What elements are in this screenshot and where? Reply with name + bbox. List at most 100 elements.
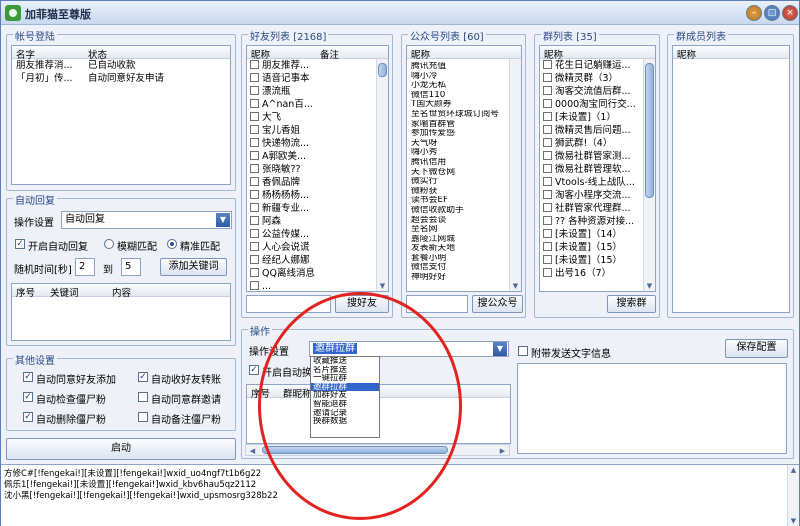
list-item[interactable]: 人心会说谎	[247, 241, 388, 254]
start-button[interactable]: 启动	[6, 438, 236, 460]
op-col-index[interactable]: 序号	[251, 386, 270, 400]
list-item[interactable]: 嘉陵江网城	[407, 235, 521, 245]
save-config-button[interactable]: 保存配置	[725, 339, 788, 358]
members-list[interactable]: 昵称	[672, 45, 790, 313]
list-item[interactable]: 至名世贸环球城订阅号	[407, 110, 521, 120]
item-checkbox[interactable]	[543, 112, 552, 121]
list-item[interactable]: 漂流瓶	[247, 85, 388, 98]
item-checkbox[interactable]	[250, 112, 259, 121]
dropdown-option[interactable]: 一键拉群	[311, 374, 379, 383]
auto-remark-zombie-checkbox[interactable]	[138, 412, 148, 422]
search-friends-button[interactable]: 搜好友	[335, 295, 389, 313]
list-item[interactable]: 超会会谈	[407, 216, 521, 226]
list-item[interactable]: 快递物流...	[247, 137, 388, 150]
auto-check-zombie-checkbox[interactable]: ✓	[23, 392, 33, 402]
item-checkbox[interactable]	[250, 190, 259, 199]
list-item[interactable]: 微信支付	[407, 263, 521, 273]
item-checkbox[interactable]	[543, 268, 552, 277]
dropdown-option[interactable]: 邀群拉群	[311, 382, 379, 392]
members-col-nickname[interactable]: 昵称	[677, 47, 696, 61]
item-checkbox[interactable]	[250, 203, 259, 212]
item-checkbox[interactable]	[543, 138, 552, 147]
list-item[interactable]: [未设置]（14）	[540, 228, 655, 241]
list-item[interactable]: 微实行	[407, 177, 521, 187]
search-public-button[interactable]: 搜公众号	[472, 295, 523, 313]
item-checkbox[interactable]	[543, 255, 552, 264]
list-item[interactable]: 嗨小秀	[407, 148, 521, 158]
item-checkbox[interactable]	[543, 177, 552, 186]
item-checkbox[interactable]	[250, 164, 259, 173]
list-item[interactable]: 腾讯充值	[407, 62, 521, 72]
item-checkbox[interactable]	[543, 86, 552, 95]
list-item[interactable]: A郭欧美...	[247, 150, 388, 163]
item-checkbox[interactable]	[250, 229, 259, 238]
fuzzy-match-radio[interactable]	[104, 239, 114, 249]
item-checkbox[interactable]	[543, 73, 552, 82]
operation-hscroll-thumb[interactable]	[262, 446, 448, 454]
list-item[interactable]: 家喻首群管	[407, 120, 521, 130]
item-checkbox[interactable]	[250, 255, 259, 264]
scroll-right-icon[interactable]: ▶	[497, 446, 508, 456]
list-item[interactable]: 公益传媒...	[247, 228, 388, 241]
item-checkbox[interactable]	[250, 60, 259, 69]
item-checkbox[interactable]	[543, 99, 552, 108]
list-item[interactable]: T国大颜券	[407, 100, 521, 110]
list-item[interactable]: 小龙无私	[407, 81, 521, 91]
public-search-input[interactable]	[406, 295, 468, 313]
list-item[interactable]: 嗨小冷	[407, 72, 521, 82]
public-accounts-list[interactable]: 昵称 腾讯充值 嗨小冷 小龙无私 微信110 T国大颜券 至名世贸环球城订阅号 家喻首群管参…	[406, 45, 522, 292]
item-checkbox[interactable]	[250, 125, 259, 134]
list-item[interactable]: 语音记事本	[247, 72, 388, 85]
random-to-input[interactable]: 5	[121, 258, 141, 276]
chevron-down-icon[interactable]: ▼	[493, 342, 507, 356]
item-checkbox[interactable]	[250, 99, 259, 108]
list-item[interactable]: [未设置]（1）	[540, 111, 655, 124]
keyword-col-keyword[interactable]: 关键词	[50, 285, 79, 299]
search-groups-button[interactable]: 搜索群	[607, 295, 656, 313]
friends-search-input[interactable]	[246, 295, 331, 313]
scroll-down-icon[interactable]: ▼	[788, 516, 799, 526]
auto-delete-zombie-checkbox[interactable]: ✓	[23, 412, 33, 422]
list-item[interactable]: 发表新天地	[407, 244, 521, 254]
list-item[interactable]: 微信110	[407, 91, 521, 101]
item-checkbox[interactable]	[543, 203, 552, 212]
list-item[interactable]: 微粉获	[407, 187, 521, 197]
item-checkbox[interactable]	[543, 229, 552, 238]
attach-text-checkbox[interactable]	[518, 346, 528, 356]
scroll-left-icon[interactable]: ◀	[247, 446, 258, 456]
public-scrollbar[interactable]: ▼	[509, 59, 521, 291]
list-item[interactable]: 微易社群管家测...	[540, 150, 655, 163]
item-checkbox[interactable]	[543, 216, 552, 225]
enable-auto-reply-checkbox[interactable]: ✓	[15, 239, 25, 249]
list-item[interactable]: ...	[247, 280, 388, 291]
list-item[interactable]: 微精灵群（3）	[540, 72, 655, 85]
item-checkbox[interactable]	[250, 177, 259, 186]
exact-match-radio[interactable]	[167, 239, 177, 249]
groups-scroll-thumb[interactable]	[645, 63, 654, 198]
maximize-icon[interactable]: □	[764, 5, 780, 21]
dropdown-option[interactable]: 换群数据	[311, 417, 379, 426]
dropdown-option[interactable]: 加群好友	[311, 391, 379, 400]
list-item[interactable]: 天气呀	[407, 139, 521, 149]
scroll-down-icon[interactable]: ▼	[644, 281, 655, 291]
item-checkbox[interactable]	[250, 281, 259, 290]
list-item[interactable]: 套餐小明	[407, 254, 521, 264]
minimize-icon[interactable]: –	[746, 5, 762, 21]
list-item[interactable]: 天下微仓网	[407, 168, 521, 178]
auto-accept-group-invite-checkbox[interactable]	[138, 392, 148, 402]
list-item[interactable]: 出号16（7）	[540, 267, 655, 280]
list-item[interactable]: 大飞	[247, 111, 388, 124]
list-item[interactable]: 神明好好	[407, 273, 521, 283]
scroll-up-icon[interactable]: ▲	[788, 465, 799, 475]
list-item[interactable]: Vtools-线上战队...	[540, 176, 655, 189]
auto-receive-transfer-checkbox[interactable]: ✓	[138, 372, 148, 382]
scroll-down-icon[interactable]: ▼	[377, 281, 388, 291]
list-item[interactable]: 淘客交流值后群...	[540, 85, 655, 98]
item-checkbox[interactable]	[250, 268, 259, 277]
item-checkbox[interactable]	[543, 60, 552, 69]
operation-select[interactable]: 邀群拉群 ▼	[309, 341, 509, 357]
table-row[interactable]: 「月初」传... 自动同意好友申请	[12, 72, 230, 85]
list-item[interactable]: 花生日记躺赚运...	[540, 59, 655, 72]
groups-list[interactable]: 昵称 花生日记躺赚运... 微精灵群（3） 淘客交流值后群... 0000淘宝同行交.…	[539, 45, 656, 292]
public-col-nickname[interactable]: 昵称	[411, 47, 430, 61]
